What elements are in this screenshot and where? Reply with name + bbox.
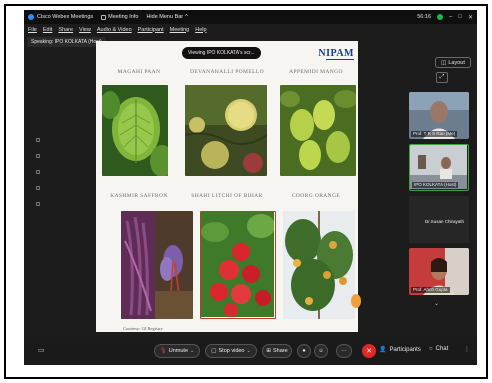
photo-kashmir-saffron (121, 211, 193, 319)
menu-participant[interactable]: Participant (138, 27, 164, 33)
share-icon: ⊞ (266, 348, 271, 354)
captions-icon[interactable]: ▭ (38, 346, 45, 354)
menu-share[interactable]: Share (58, 27, 73, 33)
hide-menu-bar-button[interactable]: Hide Menu Bar ^ (146, 14, 187, 20)
participants-button[interactable]: 👤 Participants (379, 346, 421, 354)
more-icon: ⋯ (341, 348, 347, 354)
chevron-down-icon: ⌄ (246, 348, 251, 354)
caption-devanahalli-pomello: Devanahalli Pomello (190, 69, 264, 75)
caption-kashmir-saffron: Kashmir Saffron (110, 193, 168, 199)
record-button[interactable]: ● (297, 344, 311, 358)
participants-icon: 👤 (379, 347, 387, 353)
more-vertical-icon[interactable]: ⋮ (464, 346, 470, 353)
caption-coorg-orange: Coorg Orange (291, 193, 341, 199)
mic-muted-icon: 🎙 (159, 348, 167, 354)
video-tile-participant-3[interactable]: Dr.Susan Chirayath (409, 196, 469, 243)
more-options-button[interactable]: ⋯ (336, 344, 352, 358)
fit-screen-icon[interactable] (36, 186, 40, 190)
participant-name: Prof. Ahnh Gupta (411, 287, 450, 293)
zoom-in-icon[interactable] (36, 154, 40, 158)
title-bar: Cisco Webex Meetings Meeting Info Hide M… (24, 10, 477, 24)
menu-meeting[interactable]: Meeting (170, 27, 190, 33)
menu-help[interactable]: Help (195, 27, 206, 33)
menu-view[interactable]: View (79, 27, 91, 33)
zoom-out-icon[interactable] (36, 170, 40, 174)
participant-name: IPO KOLKATA (Host) (412, 182, 459, 188)
chevron-up-icon: ^ (185, 14, 188, 20)
chevron-down-icon[interactable]: ⌄ (434, 300, 439, 307)
chat-icon: ○ (429, 346, 433, 352)
nipam-logo: NIPAM (318, 48, 354, 59)
annotation-icon[interactable] (36, 138, 40, 142)
pointer-icon[interactable] (36, 202, 40, 206)
maximize-icon[interactable]: □ (458, 14, 462, 20)
close-icon: ✕ (366, 348, 372, 355)
shared-screen: NIPAM Magahi Paan Devanahalli Pomello Ap… (96, 41, 361, 332)
stop-video-button[interactable]: ▢ Stop video ⌄ (205, 344, 257, 358)
record-icon: ● (302, 348, 306, 354)
video-icon: ▢ (211, 348, 217, 354)
meeting-timer: 56:16 (417, 14, 431, 20)
speaking-indicator: Speaking: IPO KOLKATA (Host) (27, 37, 106, 47)
photo-coorg-orange (283, 211, 355, 319)
video-tile-participant-1[interactable]: Prof. T R S Rao (Me) (409, 92, 469, 139)
photo-appemidi-mango (280, 85, 356, 176)
minimize-icon[interactable]: – (449, 14, 452, 20)
expand-panel-button[interactable]: ⤢ (436, 72, 448, 83)
leave-meeting-button[interactable]: ✕ (362, 344, 376, 358)
caption-appemidi-mango: Appemidi Mango (289, 69, 343, 75)
slide-decoration (351, 294, 361, 308)
reactions-button[interactable]: ☺ (314, 344, 328, 358)
share-button[interactable]: ⊞ Share (262, 344, 292, 358)
menu-edit[interactable]: Edit (43, 27, 52, 33)
layout-button[interactable]: ◫ Layout (435, 57, 471, 68)
logo-underline (326, 59, 354, 60)
photo-shahi-litchi (200, 211, 276, 319)
menu-bar: File Edit Share View Audio & Video Parti… (24, 24, 477, 35)
webex-window: Cisco Webex Meetings Meeting Info Hide M… (24, 10, 477, 365)
viewing-banner[interactable]: Viewing IPO KOLKATA's scr... (182, 47, 261, 59)
video-tile-participant-4[interactable]: Prof. Ahnh Gupta (409, 248, 469, 295)
layout-icon: ◫ (441, 59, 447, 66)
chat-button[interactable]: ○ Chat (429, 346, 448, 352)
webex-logo-icon (28, 14, 34, 20)
courtesy-text: Courtesy: GI Registry (123, 326, 163, 331)
caption-magahi-paan: Magahi Paan (117, 69, 161, 75)
info-icon (101, 14, 107, 20)
participant-name: Prof. T R S Rao (Me) (411, 131, 458, 137)
expand-icon: ⤢ (439, 74, 445, 80)
app-title: Cisco Webex Meetings (37, 14, 94, 20)
emoji-icon: ☺ (318, 348, 324, 354)
security-shield-icon[interactable] (437, 14, 443, 20)
chevron-down-icon: ⌄ (190, 348, 195, 354)
caption-shahi-litchi: Shahi Litchi of Bihar (191, 193, 263, 199)
participant-name: Dr.Susan Chirayath (425, 219, 465, 224)
video-tile-participant-2[interactable]: IPO KOLKATA (Host) (409, 144, 469, 191)
meeting-info-button[interactable]: Meeting Info (101, 14, 138, 20)
menu-audio-video[interactable]: Audio & Video (97, 27, 132, 33)
close-icon[interactable]: ✕ (468, 14, 473, 21)
photo-magahi-paan (102, 85, 168, 176)
photo-devanahalli-pomello (185, 85, 267, 176)
unmute-button[interactable]: 🎙 Unmute ⌄ (154, 344, 200, 358)
menu-file[interactable]: File (28, 27, 37, 33)
